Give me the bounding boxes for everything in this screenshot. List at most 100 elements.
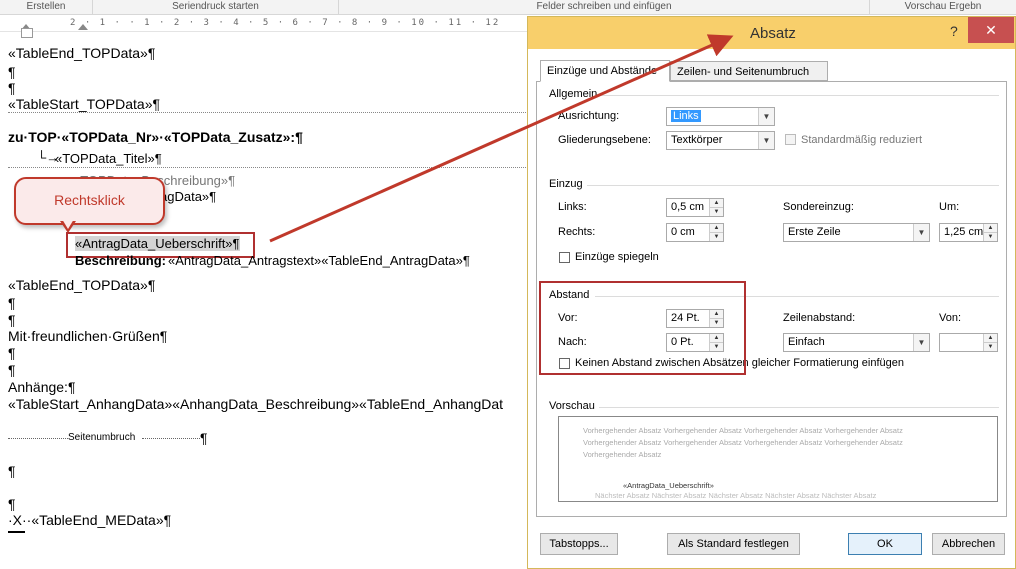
zeilenabstand-label: Zeilenabstand: bbox=[783, 312, 856, 324]
von-input[interactable]: ▲ ▼ bbox=[939, 333, 998, 352]
callout-tail-inner bbox=[62, 219, 74, 229]
callout-rechtsklick: Rechtsklick bbox=[14, 177, 165, 225]
close-button[interactable]: ✕ bbox=[968, 17, 1014, 43]
sondereinzug-value: Erste Zeile bbox=[788, 226, 841, 238]
annotation-abstand-box bbox=[539, 281, 746, 375]
chevron-down-icon[interactable]: ▼ bbox=[913, 334, 929, 351]
ribbon-group-felder[interactable]: Felder schreiben und einfügen bbox=[339, 0, 870, 14]
von-label: Von: bbox=[939, 312, 962, 324]
preview-current-paragraph: «AntragData_Ueberschrift» bbox=[623, 481, 714, 490]
tab-zeilen-seitenumbruch[interactable]: Zeilen- und Seitenumbruch bbox=[670, 61, 828, 81]
preview-previous-line: Vorhergehender Absatz bbox=[583, 450, 662, 459]
doc-line-5: zu·TOP·«TOPData_Nr»·«TOPData_Zusatz»:¶ bbox=[8, 129, 303, 145]
spin-down-icon[interactable]: ▼ bbox=[710, 233, 723, 241]
spin-up-icon[interactable]: ▲ bbox=[984, 224, 997, 233]
doc-line-15: Mit·freundlichen·Grüßen¶ bbox=[8, 328, 168, 344]
doc-line-14: ¶ bbox=[8, 312, 16, 328]
zeilenabstand-value: Einfach bbox=[788, 336, 825, 348]
doc-line-18: Anhänge:¶ bbox=[8, 379, 76, 395]
doc-line-12: «TableEnd_TOPData»¶ bbox=[8, 277, 156, 293]
spin-down-icon[interactable]: ▼ bbox=[984, 233, 997, 241]
paragraph-preview: Vorhergehender Absatz Vorhergehender Abs… bbox=[558, 416, 998, 502]
chevron-down-icon[interactable]: ▼ bbox=[913, 224, 929, 241]
einzug-rechts-label: Rechts: bbox=[558, 226, 596, 238]
doc-line-17: ¶ bbox=[8, 362, 16, 378]
preview-previous-line: Vorhergehender Absatz Vorhergehender Abs… bbox=[583, 426, 903, 435]
gliederungsebene-value: Textkörper bbox=[671, 134, 723, 146]
spinner[interactable]: ▲ ▼ bbox=[983, 224, 997, 241]
doc-line-10: Beschreibung: bbox=[75, 253, 167, 268]
tabstopps-button[interactable]: Tabstopps... bbox=[540, 533, 618, 555]
doc-line-11: «AntragData_Antragstext»«TableEnd_Antrag… bbox=[168, 253, 470, 268]
sondereinzug-dropdown[interactable]: Erste Zeile ▼ bbox=[783, 223, 930, 242]
doc-line-4: «TableStart_TOPData»¶ bbox=[8, 96, 161, 112]
horizontal-ruler[interactable]: 2 · 1 · · 1 · 2 · 3 · 4 · 5 · 6 · 7 · 8 … bbox=[0, 15, 530, 32]
ok-button[interactable]: OK bbox=[848, 533, 922, 555]
spin-up-icon[interactable]: ▲ bbox=[710, 199, 723, 208]
spinner[interactable]: ▲ ▼ bbox=[983, 334, 997, 351]
section-allgemein: Allgemein bbox=[549, 88, 598, 100]
einzuege-spiegeln-label: Einzüge spiegeln bbox=[575, 251, 659, 263]
doc-line-1: «TableEnd_TOPData»¶ bbox=[8, 45, 156, 61]
hanging-indent-marker[interactable] bbox=[21, 28, 33, 38]
standardmaessig-reduziert-checkbox[interactable] bbox=[785, 134, 796, 145]
doc-line-13: ¶ bbox=[8, 295, 16, 311]
section-divider bbox=[599, 407, 999, 408]
doc-line-6: «TOPData_Titel»¶ bbox=[55, 151, 162, 166]
chevron-down-icon[interactable]: ▼ bbox=[758, 132, 774, 149]
spinner[interactable]: ▲ ▼ bbox=[709, 224, 723, 241]
ribbon-group-seriendruck-starten[interactable]: Seriendruck starten bbox=[93, 0, 339, 14]
table-boundary-line bbox=[8, 167, 526, 168]
doc-line-8: agData»¶ bbox=[160, 189, 217, 204]
page-break-label: Seitenumbruch bbox=[68, 432, 136, 443]
table-boundary-line bbox=[8, 112, 526, 113]
section-divider bbox=[599, 95, 999, 96]
einzug-links-label: Links: bbox=[558, 201, 587, 213]
um-value: 1,25 cm bbox=[944, 226, 984, 238]
chevron-down-icon[interactable]: ▼ bbox=[758, 108, 774, 125]
ausrichtung-dropdown[interactable]: Links ▼ bbox=[666, 107, 775, 126]
spinner[interactable]: ▲ ▼ bbox=[709, 199, 723, 216]
doc-line-22: ¶ bbox=[8, 463, 16, 479]
doc-line-24: ·X··«TableEnd_MEData»¶ bbox=[8, 512, 172, 528]
page-break-line-left bbox=[8, 438, 68, 439]
help-icon[interactable]: ? bbox=[950, 23, 958, 39]
ausrichtung-label: Ausrichtung: bbox=[558, 110, 620, 122]
als-standard-button[interactable]: Als Standard festlegen bbox=[667, 533, 800, 555]
dialog-title: Absatz bbox=[750, 25, 796, 42]
ribbon-group-strip: Erstellen Seriendruck starten Felder sch… bbox=[0, 0, 1016, 15]
ribbon-group-vorschau[interactable]: Vorschau Ergebn bbox=[870, 0, 1016, 14]
einzug-links-value: 0,5 cm bbox=[671, 201, 705, 213]
dialog-titlebar[interactable]: Absatz ? ✕ bbox=[528, 17, 1015, 49]
section-einzug: Einzug bbox=[549, 178, 583, 190]
zeilenabstand-dropdown[interactable]: Einfach ▼ bbox=[783, 333, 930, 352]
ribbon-group-erstellen[interactable]: Erstellen bbox=[0, 0, 93, 14]
einzug-rechts-value: 0 cm bbox=[671, 226, 695, 238]
page-break-line-right bbox=[142, 438, 200, 439]
ruler-numbers: 2 · 1 · · 1 · 2 · 3 · 4 · 5 · 6 · 7 · 8 … bbox=[70, 18, 501, 28]
doc-line-16: ¶ bbox=[8, 345, 16, 361]
cursor-underline bbox=[8, 531, 25, 533]
section-vorschau: Vorschau bbox=[549, 400, 595, 412]
um-input[interactable]: 1,25 cm ▲ ▼ bbox=[939, 223, 998, 242]
einzuege-spiegeln-checkbox[interactable] bbox=[559, 252, 570, 263]
doc-line-2: ¶ bbox=[8, 64, 16, 80]
gliederungsebene-label: Gliederungsebene: bbox=[558, 134, 651, 146]
einzug-rechts-input[interactable]: 0 cm ▲ ▼ bbox=[666, 223, 724, 242]
ausrichtung-value: Links bbox=[671, 110, 701, 122]
doc-line-19: «TableStart_AnhangData»«AnhangData_Besch… bbox=[8, 396, 504, 412]
gliederungsebene-dropdown[interactable]: Textkörper ▼ bbox=[666, 131, 775, 150]
standardmaessig-reduziert-label: Standardmäßig reduziert bbox=[801, 134, 923, 146]
sondereinzug-label: Sondereinzug: bbox=[783, 201, 854, 213]
spin-down-icon[interactable]: ▼ bbox=[710, 208, 723, 216]
spin-up-icon[interactable]: ▲ bbox=[710, 224, 723, 233]
tab-einzuege-abstaende[interactable]: Einzüge und Abstände bbox=[540, 60, 670, 82]
preview-next-line: Nächster Absatz Nächster Absatz Nächster… bbox=[595, 491, 877, 500]
einzug-links-input[interactable]: 0,5 cm ▲ ▼ bbox=[666, 198, 724, 217]
um-label: Um: bbox=[939, 201, 960, 213]
abbrechen-button[interactable]: Abbrechen bbox=[932, 533, 1005, 555]
spin-up-icon[interactable]: ▲ bbox=[984, 334, 997, 343]
section-divider bbox=[587, 185, 999, 186]
spin-down-icon[interactable]: ▼ bbox=[984, 343, 997, 351]
preview-previous-line: Vorhergehender Absatz Vorhergehender Abs… bbox=[583, 438, 903, 447]
